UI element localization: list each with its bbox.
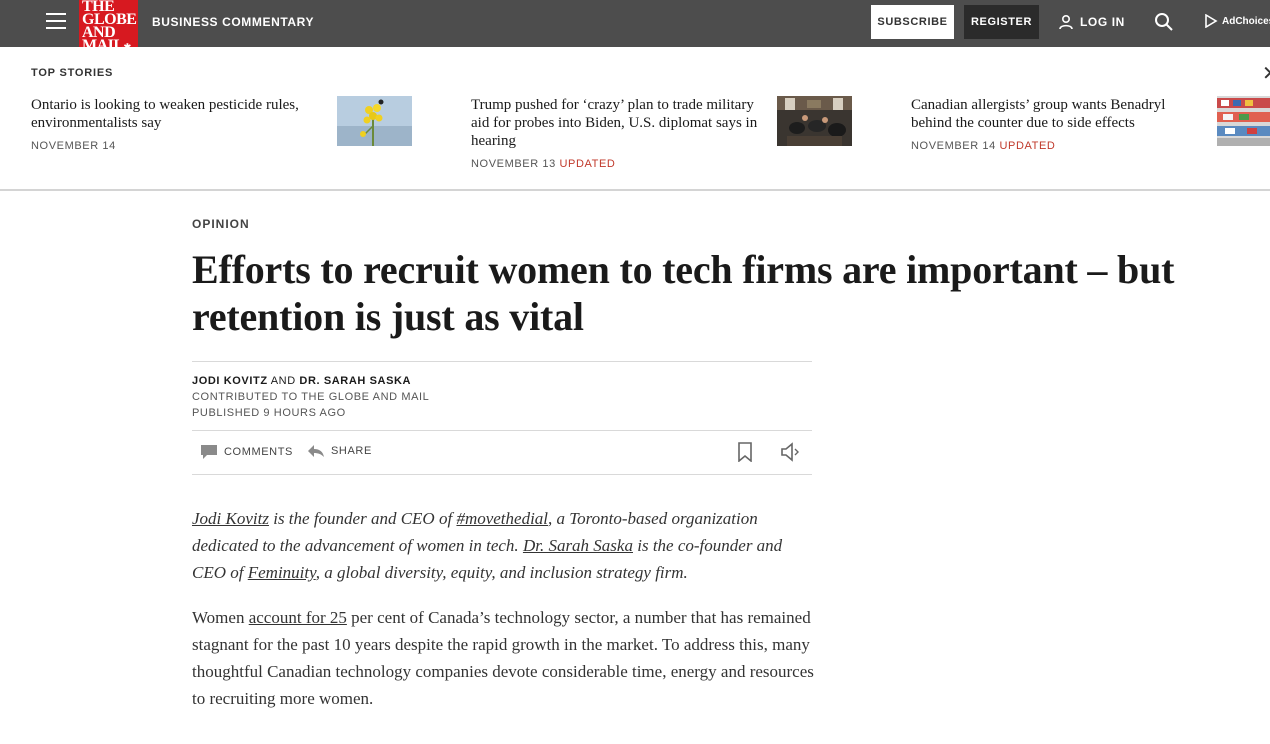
login-link[interactable]: Log In [1058, 14, 1125, 30]
article-toolbar: Comments Share [192, 440, 812, 466]
top-story-title[interactable]: Canadian allergists’ group wants Benadry… [911, 96, 1201, 132]
top-stories-bar: Top Stories ✕ Ontario is looking to weak… [0, 47, 1270, 191]
paragraph-link[interactable]: account for 25 [249, 608, 347, 627]
bio-link-kovitz[interactable]: Jodi Kovitz [192, 509, 269, 528]
login-label: Log In [1080, 15, 1125, 29]
author-link[interactable]: Dr. Sarah Saska [299, 375, 411, 387]
top-story-date: November 14 [31, 140, 321, 152]
byline-contributed: Contributed to The Globe and Mail [192, 391, 430, 403]
divider [192, 474, 812, 475]
author-link[interactable]: Jodi Kovitz [192, 375, 268, 387]
byline-authors: Jodi Kovitz and Dr. Sarah Saska [192, 373, 429, 389]
top-story-title[interactable]: Trump pushed for ‘crazy’ plan to trade m… [471, 96, 766, 150]
article-paragraph: Women account for 25 per cent of Canada’… [192, 604, 817, 712]
close-icon[interactable]: ✕ [1262, 61, 1270, 86]
intro-text: , a global diversity, equity, and inclus… [315, 563, 688, 582]
comments-button[interactable]: Comments [200, 444, 293, 460]
top-story-item[interactable]: Canadian allergists’ group wants Benadry… [911, 96, 1201, 152]
bio-link-movethedial[interactable]: #movethedial [456, 509, 548, 528]
share-label: Share [331, 445, 372, 457]
updated-badge: Updated [559, 158, 616, 170]
comments-label: Comments [224, 446, 293, 458]
bio-link-feminuity[interactable]: Feminuity [248, 563, 316, 582]
article-kicker[interactable]: Opinion [192, 217, 250, 231]
story-thumbnail-pharmacy[interactable] [1217, 96, 1270, 146]
share-icon [308, 445, 324, 457]
top-story-title[interactable]: Ontario is looking to weaken pesticide r… [31, 96, 321, 132]
story-date: November 13 [471, 158, 556, 170]
speaker-icon[interactable] [780, 442, 800, 462]
adchoices-link[interactable]: AdChoices [1204, 14, 1270, 28]
user-icon [1059, 14, 1073, 30]
divider [192, 430, 812, 431]
divider [192, 361, 812, 362]
article-headline: Efforts to recruit women to tech firms a… [192, 247, 1175, 339]
share-button[interactable]: Share [307, 444, 372, 458]
top-story-date: November 13 Updated [471, 158, 766, 170]
section-name[interactable]: Business Commentary [152, 15, 314, 29]
intro-text: is the founder and CEO of [268, 509, 457, 528]
byline-joiner: and [270, 375, 296, 387]
subscribe-button[interactable]: Subscribe [871, 5, 954, 39]
adchoices-label: AdChoices [1222, 15, 1270, 27]
comment-icon [201, 445, 217, 459]
story-thumbnail-flower[interactable] [337, 96, 412, 146]
bio-link-saska[interactable]: Dr. Sarah Saska [523, 536, 633, 555]
top-navigation-bar: Business Commentary Subscribe Register L… [0, 0, 1270, 47]
story-date: November 14 [911, 140, 996, 152]
top-story-item[interactable]: Trump pushed for ‘crazy’ plan to trade m… [471, 96, 766, 170]
top-stories-label: Top Stories [31, 67, 114, 79]
bookmark-icon[interactable] [737, 442, 753, 462]
publish-time: Published 9 hours ago [192, 407, 346, 419]
top-story-date: November 14 Updated [911, 140, 1201, 152]
byline: Jodi Kovitz and Dr. Sarah Saska Contribu… [192, 373, 429, 421]
paragraph-text: Women [192, 608, 249, 627]
register-button[interactable]: Register [964, 5, 1039, 39]
adchoices-icon [1205, 14, 1218, 28]
author-bio-intro: Jodi Kovitz is the founder and CEO of #m… [192, 505, 817, 586]
updated-badge: Updated [999, 140, 1056, 152]
story-date: November 14 [31, 140, 116, 152]
story-thumbnail-hearing[interactable] [777, 96, 852, 146]
menu-icon[interactable] [46, 13, 66, 31]
top-story-item[interactable]: Ontario is looking to weaken pesticide r… [31, 96, 321, 152]
search-icon[interactable] [1154, 12, 1174, 32]
